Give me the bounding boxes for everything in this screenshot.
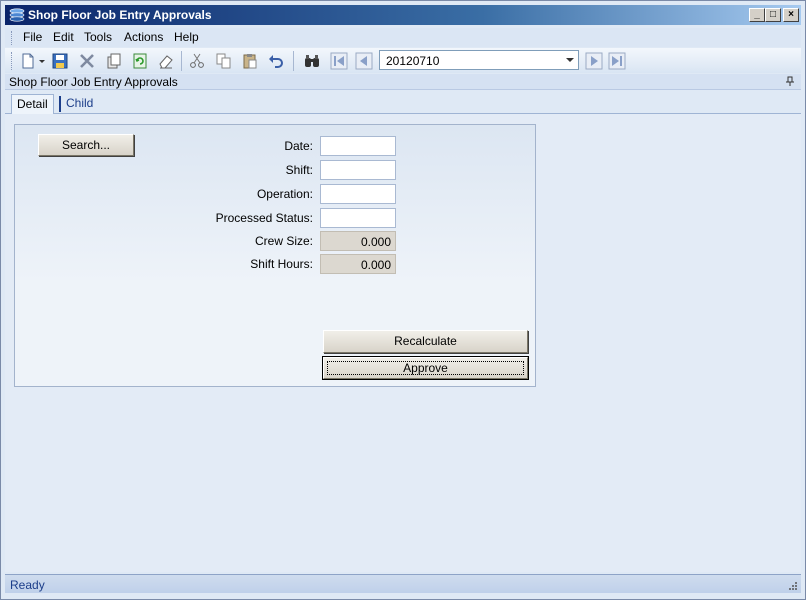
cut-icon[interactable] — [188, 52, 206, 70]
delete-icon[interactable] — [78, 52, 96, 70]
menu-grip[interactable] — [11, 31, 13, 45]
maximize-icon: □ — [769, 9, 777, 20]
chevron-down-icon[interactable] — [564, 54, 576, 66]
undo-icon[interactable] — [267, 52, 285, 70]
eraser-icon[interactable] — [157, 52, 175, 70]
toolbar-separator — [181, 51, 182, 71]
menu-actions[interactable]: Actions — [123, 30, 164, 44]
date-field[interactable] — [320, 136, 396, 156]
pin-icon[interactable] — [785, 76, 795, 87]
first-record-icon[interactable] — [330, 52, 348, 70]
menu-edit[interactable]: Edit — [52, 30, 75, 44]
app-icon — [9, 8, 25, 22]
processed-status-field[interactable] — [320, 208, 396, 228]
record-selector-value: 20120710 — [386, 54, 440, 68]
last-record-icon[interactable] — [608, 52, 626, 70]
crew-size-field: 0.000 — [320, 231, 396, 251]
operation-label: Operation: — [256, 187, 313, 201]
menu-help[interactable]: Help — [173, 30, 200, 44]
operation-field[interactable] — [320, 184, 396, 204]
window-title: Shop Floor Job Entry Approvals — [28, 8, 212, 22]
resize-grip-icon[interactable] — [788, 580, 798, 590]
record-selector[interactable]: 20120710 — [379, 50, 579, 70]
tab-strip: Detail Child — [5, 91, 801, 115]
minimize-button[interactable]: _ — [749, 8, 765, 22]
processed-status-label: Processed Status: — [215, 211, 313, 225]
search-button[interactable]: Search... — [38, 134, 134, 156]
shift-hours-field: 0.000 — [320, 254, 396, 274]
copy-record-icon[interactable] — [105, 52, 123, 70]
shift-label: Shift: — [285, 163, 313, 177]
shift-field[interactable] — [320, 160, 396, 180]
application-window: Shop Floor Job Entry Approvals _ □ × Fil… — [0, 0, 806, 600]
panel-title: Shop Floor Job Entry Approvals — [9, 75, 178, 89]
title-bar[interactable]: Shop Floor Job Entry Approvals _ □ × — [5, 5, 801, 25]
tab-detail[interactable]: Detail — [11, 94, 54, 115]
new-icon[interactable] — [19, 52, 37, 70]
recalculate-button[interactable]: Recalculate — [323, 330, 528, 353]
toolbar-separator — [293, 51, 294, 71]
shift-hours-label: Shift Hours: — [250, 257, 313, 271]
menu-bar: File Edit Tools Actions Help — [5, 28, 801, 47]
crew-size-label: Crew Size: — [254, 234, 313, 248]
menu-tools[interactable]: Tools — [83, 30, 113, 44]
status-bar: Ready — [5, 574, 801, 593]
status-text: Ready — [10, 578, 45, 592]
next-record-icon[interactable] — [585, 52, 603, 70]
detail-form-panel: Search... Date: Shift: Operation: Proces… — [14, 124, 536, 387]
date-label: Date: — [284, 139, 313, 153]
refresh-icon[interactable] — [131, 52, 149, 70]
approve-button[interactable]: Approve — [322, 356, 529, 380]
close-button[interactable]: × — [783, 8, 799, 22]
toolbar-grip[interactable] — [11, 52, 13, 70]
focus-ring — [327, 361, 524, 375]
close-icon: × — [788, 9, 794, 20]
menu-file[interactable]: File — [22, 30, 43, 44]
panel-header: Shop Floor Job Entry Approvals — [5, 74, 801, 90]
paste-icon[interactable] — [241, 52, 259, 70]
maximize-button[interactable]: □ — [765, 8, 781, 22]
minimize-icon: _ — [754, 9, 760, 20]
dropdown-arrow-icon[interactable] — [38, 52, 46, 70]
tab-child[interactable]: Child — [59, 96, 98, 112]
copy-icon[interactable] — [215, 52, 233, 70]
save-icon[interactable] — [51, 52, 69, 70]
find-icon[interactable] — [303, 52, 321, 70]
previous-record-icon[interactable] — [355, 52, 373, 70]
